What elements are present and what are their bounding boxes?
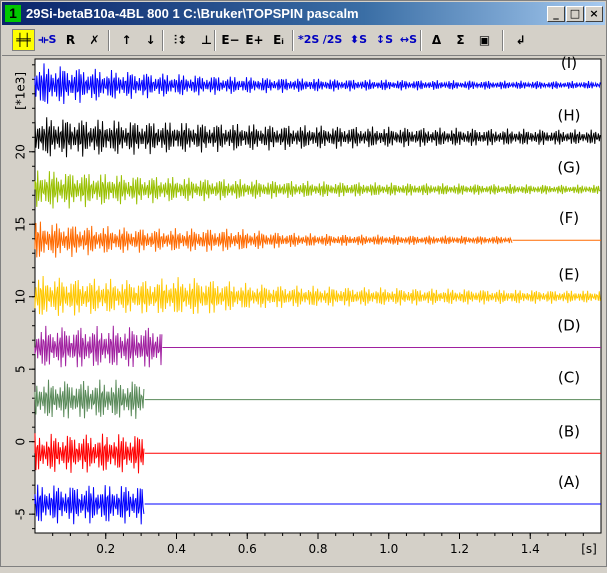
expand-minus-tool[interactable]: E−	[220, 29, 241, 51]
toolbar-separator	[292, 30, 294, 51]
remove-tool[interactable]: ✗	[84, 29, 105, 51]
title-bar[interactable]: 1 29Si-betaB10a-4BL 800 1 C:\Bruker\TOPS…	[2, 2, 605, 25]
toolbar: ╪╪ ⟛S R ✗ ↑ ↓ ⫶↕ ⊥ E− E+ Eᵢ *2S/2S ⬍S ↕S ↔S Δ Σ ▣ ↲	[2, 26, 605, 56]
return-tool[interactable]: ↲	[510, 29, 531, 51]
y-tick-label: -5	[14, 508, 28, 520]
toolbar-separator	[162, 30, 164, 51]
fid-plot-area[interactable]: 0.2 0.4 0.6 0.8 1.0 1.2 1.4 [s] -5 0 5 10 15 20 [*1e3]…	[1, 54, 607, 568]
scale-horizontal-tool[interactable]: ↔S	[398, 29, 419, 51]
expand-plus-tool[interactable]: E+	[244, 29, 265, 51]
toolbar-separator	[108, 30, 110, 51]
save-tool[interactable]: ▣	[474, 29, 495, 51]
x-tick-label: 0.4	[167, 542, 186, 556]
toolbar-separator	[502, 30, 504, 51]
y-tick-label: 5	[14, 365, 28, 373]
x-tick-label: 0.6	[238, 542, 257, 556]
window-number-badge: 1	[5, 5, 21, 22]
move-up-tool[interactable]: ↑	[116, 29, 137, 51]
move-down-tool[interactable]: ↓	[140, 29, 161, 51]
x-axis-label: [s]	[581, 542, 597, 556]
difference-tool[interactable]: Δ	[426, 29, 447, 51]
x-tick-label: 1.0	[379, 542, 398, 556]
series-label: (F)	[559, 209, 579, 227]
scale-dataset-tool[interactable]: ⟛S	[37, 29, 58, 51]
minimize-button[interactable]: _	[547, 6, 565, 22]
y-tick-label: 20	[14, 144, 28, 159]
window-title: 29Si-betaB10a-4BL 800 1 C:\Bruker\TOPSPI…	[26, 6, 359, 21]
toolbar-separator	[420, 30, 422, 51]
sum-tool[interactable]: Σ	[450, 29, 471, 51]
series-label: (D)	[557, 316, 580, 334]
y-tick-label: 0	[14, 438, 28, 446]
display-mode-tool[interactable]: ╪╪	[12, 29, 35, 51]
series-label: (C)	[558, 369, 580, 387]
x-tick-label: 1.4	[521, 542, 540, 556]
scale-down-tool[interactable]: /2S	[322, 29, 343, 51]
reset-tool[interactable]: R	[60, 29, 81, 51]
stack-tool[interactable]: ⫶↕	[170, 29, 191, 51]
x-tick-label: 0.2	[96, 542, 115, 556]
fid-stack-chart: 0.2 0.4 0.6 0.8 1.0 1.2 1.4 [s] -5 0 5 10 15 20 [*1e3]…	[14, 54, 602, 556]
series-label: (G)	[557, 158, 580, 176]
close-button[interactable]: ×	[585, 6, 603, 22]
series-label: (A)	[558, 473, 580, 491]
y-axis-label: [*1e3]	[14, 72, 28, 110]
spectrum-window: 1 29Si-betaB10a-4BL 800 1 C:\Bruker\TOPS…	[0, 0, 607, 567]
y-tick-label: 10	[14, 289, 28, 304]
y-tick-label: 15	[14, 217, 28, 232]
toolbar-separator	[214, 30, 216, 51]
x-tick-label: 0.8	[308, 542, 327, 556]
scale-vertical-tool[interactable]: ↕S	[374, 29, 395, 51]
maximize-button[interactable]: □	[566, 6, 584, 22]
expand-i-tool[interactable]: Eᵢ	[268, 29, 289, 51]
x-tick-label: 1.2	[450, 542, 469, 556]
series-label: (I)	[561, 56, 577, 72]
series-label: (E)	[558, 266, 579, 284]
scale-up-tool[interactable]: *2S	[298, 29, 319, 51]
series-label: (B)	[558, 422, 580, 440]
shift-vertical-tool[interactable]: ⬍S	[348, 29, 369, 51]
series-label: (H)	[558, 106, 581, 124]
